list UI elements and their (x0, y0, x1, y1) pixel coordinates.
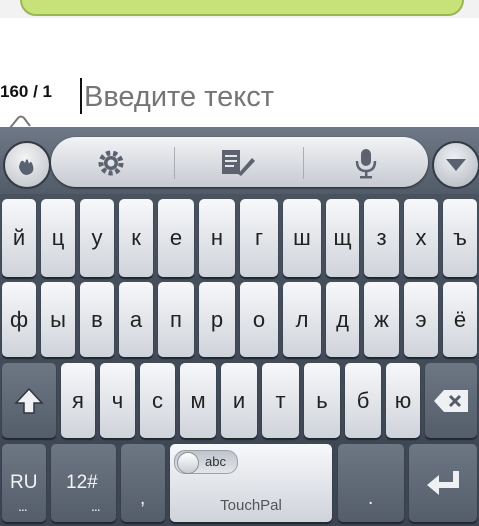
toolbar-separator (303, 147, 304, 179)
key[interactable]: д (326, 282, 359, 357)
key[interactable]: ч (100, 363, 135, 438)
key[interactable]: б (345, 363, 381, 438)
key[interactable]: м (180, 363, 216, 438)
key[interactable]: н (199, 199, 235, 277)
char-counter: 160 / 1 (0, 82, 52, 101)
period-label: . (368, 488, 374, 509)
keyboard-toolbar (0, 127, 479, 194)
enter-icon (427, 471, 459, 495)
key[interactable]: ф (2, 282, 36, 357)
key[interactable]: в (80, 282, 114, 357)
key[interactable]: а (119, 282, 153, 357)
toolbar-separator (174, 147, 175, 179)
key[interactable]: э (404, 282, 438, 357)
key[interactable]: г (240, 199, 278, 277)
key[interactable]: ь (304, 363, 340, 438)
symbols-dots: ... (91, 498, 101, 514)
key[interactable]: ц (41, 199, 75, 277)
shift-key[interactable] (2, 363, 56, 438)
period-key[interactable]: . (338, 444, 404, 522)
paperclip-icon[interactable] (8, 114, 32, 128)
gear-icon[interactable] (91, 145, 131, 181)
key[interactable]: ы (41, 282, 75, 357)
toggle-knob (177, 452, 199, 474)
soft-keyboard: й ц у к е н г ш щ з х ъ ф ы в а п р о л … (0, 127, 479, 526)
key[interactable]: ш (283, 199, 321, 277)
key[interactable]: щ (326, 199, 359, 277)
symbols-label: 12# (66, 472, 98, 493)
key[interactable]: у (80, 199, 114, 277)
key[interactable]: л (283, 282, 321, 357)
key[interactable]: п (158, 282, 194, 357)
key[interactable]: ю (386, 363, 420, 438)
key[interactable]: я (61, 363, 95, 438)
toolbar-pill (51, 137, 428, 187)
message-bubble (20, 0, 464, 16)
language-toggle[interactable]: abc (174, 450, 238, 474)
message-input[interactable] (84, 78, 464, 116)
key[interactable]: е (158, 199, 194, 277)
key[interactable]: з (364, 199, 399, 277)
key[interactable]: й (2, 199, 36, 277)
enter-key[interactable] (409, 444, 477, 522)
language-label: RU (10, 472, 38, 493)
symbols-key[interactable]: 12# ... (51, 444, 116, 522)
key[interactable]: ъ (443, 199, 477, 277)
space-label: TouchPal (220, 497, 282, 514)
toggle-label: abc (205, 454, 226, 469)
text-cursor (80, 78, 82, 114)
backspace-icon (434, 389, 468, 412)
key[interactable]: х (404, 199, 438, 277)
space-key[interactable]: abc TouchPal (170, 444, 332, 522)
key[interactable]: о (240, 282, 278, 357)
comma-label: , (140, 488, 146, 509)
key[interactable]: р (199, 282, 235, 357)
comma-key[interactable]: , (121, 444, 165, 522)
language-key[interactable]: RU ... (2, 444, 46, 522)
key[interactable]: и (221, 363, 257, 438)
language-dots: ... (18, 498, 28, 514)
shift-icon (14, 387, 44, 414)
microphone-icon[interactable] (346, 145, 386, 181)
chevron-down-icon[interactable] (432, 141, 479, 189)
key[interactable]: ё (443, 282, 477, 357)
touchpal-logo-icon[interactable] (3, 141, 51, 189)
key[interactable]: т (262, 363, 299, 438)
backspace-key[interactable] (425, 363, 477, 438)
edit-icon[interactable] (217, 145, 257, 181)
key[interactable]: ж (364, 282, 399, 357)
key[interactable]: к (119, 199, 153, 277)
message-area-top (0, 0, 479, 18)
key[interactable]: с (140, 363, 175, 438)
